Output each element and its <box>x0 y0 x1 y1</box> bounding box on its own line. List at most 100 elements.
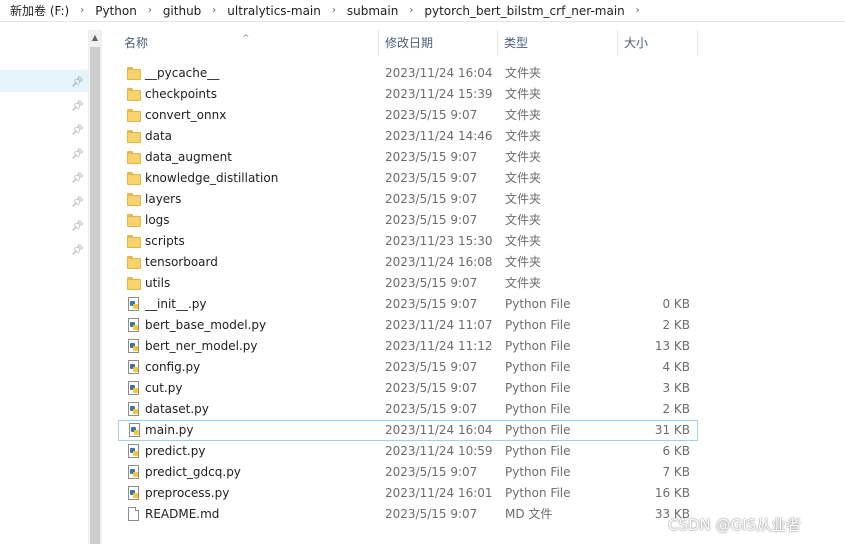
file-name: convert_onnx <box>145 108 227 122</box>
file-name: bert_base_model.py <box>145 318 267 332</box>
file-size: 6 KB <box>662 444 690 458</box>
file-name: dataset.py <box>145 402 209 416</box>
column-header-size[interactable]: 大小 <box>618 30 698 56</box>
file-name: cut.py <box>145 381 183 395</box>
python-file-icon <box>128 444 139 458</box>
pin-icon: 📌︎ <box>71 245 84 256</box>
file-type: Python File <box>505 318 571 332</box>
column-header-type[interactable]: 类型 <box>498 30 618 56</box>
file-size: 2 KB <box>662 318 690 332</box>
chevron-right-icon[interactable]: › <box>141 0 159 21</box>
column-header-name[interactable]: 名称 ^ <box>118 30 379 56</box>
file-name: logs <box>145 213 170 227</box>
nav-scrollbar[interactable]: ▲ <box>88 30 102 544</box>
folder-icon <box>127 129 141 144</box>
file-modified-date: 2023/11/24 11:12 <box>385 339 493 353</box>
chevron-right-icon[interactable]: › <box>205 0 223 21</box>
file-name: bert_ner_model.py <box>145 339 258 353</box>
file-size: 16 KB <box>654 486 690 500</box>
file-row[interactable]: predict_gdcq.py 2023/5/15 9:07 Python File… <box>118 462 698 483</box>
file-name: checkpoints <box>145 87 217 101</box>
file-row[interactable]: data_augment 2023/5/15 9:07 文件夹 <box>118 147 698 168</box>
file-row[interactable]: preprocess.py 2023/11/24 16:01 Python File… <box>118 483 698 504</box>
file-row[interactable]: __init__.py 2023/5/15 9:07 Python File 0 KB <box>118 294 698 315</box>
file-row[interactable]: bert_base_model.py 2023/11/24 11:07 Python… <box>118 315 698 336</box>
file-modified-date: 2023/11/24 15:39 <box>385 87 493 101</box>
file-row[interactable]: config.py 2023/5/15 9:07 Python File 4 KB <box>118 357 698 378</box>
scroll-up-arrow-icon[interactable]: ▲ <box>88 30 102 46</box>
file-type: Python File <box>505 486 571 500</box>
chevron-right-icon[interactable]: › <box>629 0 647 21</box>
file-modified-date: 2023/11/24 11:07 <box>385 318 493 332</box>
chevron-right-icon[interactable]: › <box>325 0 343 21</box>
column-header-date[interactable]: 修改日期 <box>379 30 498 56</box>
file-size: 0 KB <box>662 297 690 311</box>
file-type: 文件夹 <box>505 213 542 227</box>
file-type: Python File <box>505 381 571 395</box>
breadcrumb-item[interactable]: 新加卷 (F:) <box>0 0 73 21</box>
folder-icon <box>127 255 141 270</box>
file-modified-date: 2023/5/15 9:07 <box>385 297 478 311</box>
file-row[interactable]: data 2023/11/24 14:46 文件夹 <box>118 126 698 147</box>
file-row[interactable]: main.py 2023/11/24 16:04 Python File 31 KB <box>118 420 698 441</box>
file-row[interactable]: dataset.py 2023/5/15 9:07 Python File 2 KB <box>118 399 698 420</box>
file-row[interactable]: layers 2023/5/15 9:07 文件夹 <box>118 189 698 210</box>
breadcrumb-item[interactable]: pytorch_bert_bilstm_crf_ner-main <box>420 0 628 21</box>
column-type-label: 类型 <box>504 36 529 50</box>
file-modified-date: 2023/5/15 9:07 <box>385 171 478 185</box>
file-modified-date: 2023/5/15 9:07 <box>385 192 478 206</box>
file-modified-date: 2023/5/15 9:07 <box>385 108 478 122</box>
breadcrumb-item[interactable]: Python <box>91 0 141 21</box>
folder-icon <box>127 150 141 165</box>
file-row[interactable]: bert_ner_model.py 2023/11/24 11:12 Python … <box>118 336 698 357</box>
pin-icon: 📌︎ <box>71 149 84 160</box>
pin-icon: 📌︎ <box>71 77 84 88</box>
file-size: 4 KB <box>662 360 690 374</box>
file-modified-date: 2023/5/15 9:07 <box>385 360 478 374</box>
python-file-icon <box>128 486 139 500</box>
address-breadcrumb[interactable]: 新加卷 (F:) › Python › github › ultralytics-main ›… <box>0 0 845 22</box>
file-type: Python File <box>505 444 571 458</box>
file-modified-date: 2023/11/24 10:59 <box>385 444 493 458</box>
pin-icon: 📌︎ <box>71 101 84 112</box>
folder-icon <box>127 276 141 291</box>
file-row[interactable]: README.md 2023/5/15 9:07 MD 文件 33 KB <box>118 504 698 525</box>
file-modified-date: 2023/11/24 14:46 <box>385 129 493 143</box>
file-row[interactable]: cut.py 2023/5/15 9:07 Python File 3 KB <box>118 378 698 399</box>
file-row[interactable]: convert_onnx 2023/5/15 9:07 文件夹 <box>118 105 698 126</box>
folder-icon <box>127 213 141 228</box>
file-name: tensorboard <box>145 255 218 269</box>
breadcrumb-item[interactable]: github <box>159 0 205 21</box>
file-row[interactable]: knowledge_distillation 2023/5/15 9:07 文件夹 <box>118 168 698 189</box>
file-modified-date: 2023/5/15 9:07 <box>385 276 478 290</box>
file-modified-date: 2023/5/15 9:07 <box>385 507 478 521</box>
file-modified-date: 2023/11/23 15:30 <box>385 234 493 248</box>
file-row[interactable]: predict.py 2023/11/24 10:59 Python File 6 K… <box>118 441 698 462</box>
column-name-label: 名称 <box>124 36 149 50</box>
folder-icon <box>127 66 141 81</box>
navigation-pane[interactable]: 📌︎ 📌︎ 📌︎ 📌︎ 📌︎ 📌︎ 📌︎ 📌︎ <box>0 22 88 544</box>
file-row[interactable]: scripts 2023/11/23 15:30 文件夹 <box>118 231 698 252</box>
column-header: 名称 ^ 修改日期 类型 大小 <box>118 30 698 56</box>
breadcrumb-item[interactable]: submain <box>343 0 402 21</box>
chevron-right-icon[interactable]: › <box>73 0 91 21</box>
file-row[interactable]: logs 2023/5/15 9:07 文件夹 <box>118 210 698 231</box>
file-row[interactable]: tensorboard 2023/11/24 16:08 文件夹 <box>118 252 698 273</box>
file-modified-date: 2023/5/15 9:07 <box>385 381 478 395</box>
file-name: data_augment <box>145 150 232 164</box>
file-name: main.py <box>145 423 194 437</box>
breadcrumb-item[interactable]: ultralytics-main <box>223 0 325 21</box>
file-row[interactable]: utils 2023/5/15 9:07 文件夹 <box>118 273 698 294</box>
file-type: 文件夹 <box>505 108 542 122</box>
file-row[interactable]: __pycache__ 2023/11/24 16:04 文件夹 <box>118 63 698 84</box>
pin-icon: 📌︎ <box>71 125 84 136</box>
file-type: Python File <box>505 402 571 416</box>
folder-icon <box>127 87 141 102</box>
python-file-icon <box>128 381 139 395</box>
folder-icon <box>127 108 141 123</box>
file-row[interactable]: checkpoints 2023/11/24 15:39 文件夹 <box>118 84 698 105</box>
file-name: data <box>145 129 173 143</box>
scrollbar-thumb[interactable] <box>90 47 100 544</box>
chevron-right-icon[interactable]: › <box>402 0 420 21</box>
folder-icon <box>127 192 141 207</box>
